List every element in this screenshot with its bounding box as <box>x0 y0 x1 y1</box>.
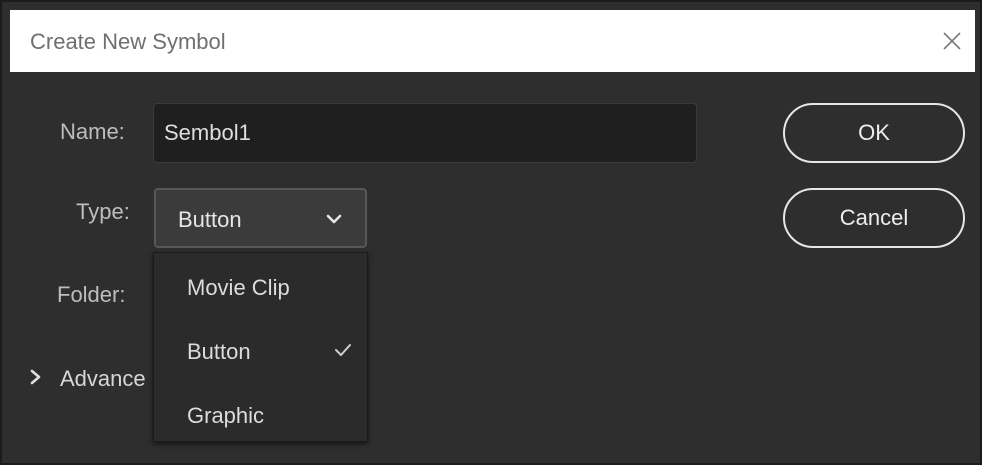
dropdown-item-label: Button <box>187 339 251 364</box>
dropdown-item-movie-clip[interactable]: Movie Clip <box>154 259 367 315</box>
dropdown-item-graphic[interactable]: Graphic <box>154 387 367 443</box>
chevron-down-icon <box>323 208 345 230</box>
dropdown-item-label: Graphic <box>187 403 265 428</box>
dropdown-item-button[interactable]: Button <box>154 323 367 379</box>
dialog-titlebar: Create New Symbol <box>10 10 975 72</box>
close-icon[interactable] <box>937 26 967 56</box>
ok-button[interactable]: OK <box>783 103 965 163</box>
dropdown-item-label: Movie Clip <box>187 275 290 300</box>
folder-label: Folder: <box>57 282 126 307</box>
cancel-button[interactable]: Cancel <box>783 188 965 248</box>
dialog-title: Create New Symbol <box>30 29 226 54</box>
type-selected-value: Button <box>178 207 242 232</box>
create-new-symbol-dialog: Create New Symbol Name: Sembol1 Type: Bu… <box>0 0 982 465</box>
type-select[interactable]: Button <box>154 188 367 248</box>
type-label: Type: <box>76 199 130 224</box>
chevron-right-icon <box>28 367 44 387</box>
name-field[interactable]: Sembol1 <box>153 103 697 163</box>
checkmark-icon <box>334 341 352 359</box>
type-dropdown-menu: Movie Clip Button Graphic <box>153 252 368 442</box>
name-label: Name: <box>60 119 125 144</box>
advanced-label: Advance <box>60 366 146 391</box>
